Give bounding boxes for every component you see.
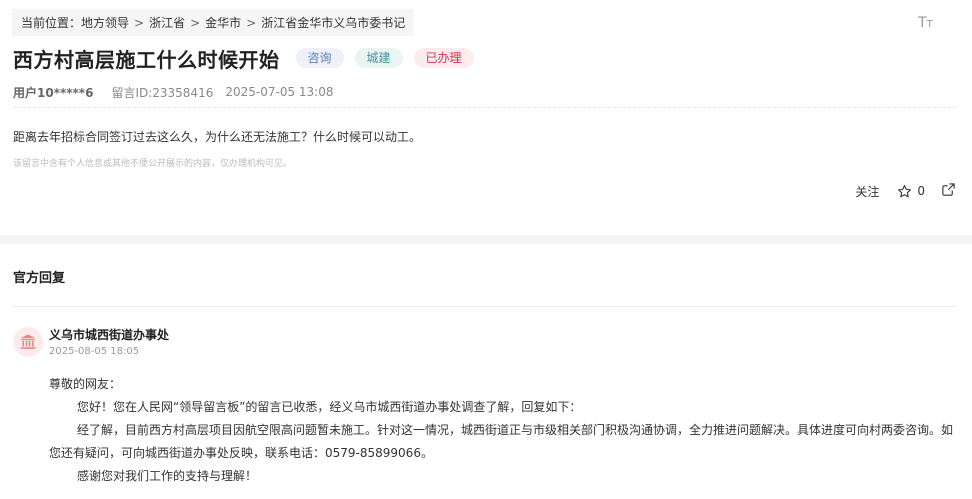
message-meta: 用户10*****6 留言ID:23358416 2025-07-05 13:0… [13, 83, 333, 101]
message-content: 距离去年招标合同签订过去这么久，为什么还无法施工？什么时候可以动工。 [13, 130, 422, 144]
message-title: 西方村高层施工什么时候开始 [13, 47, 280, 72]
breadcrumb-separator: > [190, 15, 201, 30]
tag-urban-construction: 城建 [354, 48, 403, 68]
reply-org-name: 义乌市城西街道办事处 [49, 328, 170, 342]
like-count: 0 [917, 184, 925, 198]
breadcrumb-item-leader[interactable]: 浙江省金华市义乌市委书记 [261, 14, 405, 31]
message-datetime: 2025-07-05 13:08 [225, 85, 334, 99]
reply-paragraph: 您好！您在人民网“领导留言板”的留言已收悉，经义乌市城西街道办事处调查了解，回复… [77, 400, 582, 414]
divider [13, 107, 956, 108]
font-size-small-letter: T [926, 19, 933, 30]
share-button[interactable] [941, 182, 956, 200]
reply-greeting: 尊敬的网友： [49, 377, 122, 391]
reply-date: 2025-08-05 18:05 [49, 346, 140, 357]
message-id: 留言ID:23358416 [111, 85, 214, 100]
breadcrumb-item-local-leaders[interactable]: 地方领导 [81, 14, 129, 31]
section-gap [0, 235, 972, 244]
message-user: 用户10*****6 [13, 85, 94, 100]
message-actions: 关注 0 [855, 181, 956, 201]
official-reply-title: 官方回复 [13, 271, 66, 286]
reply-body: 尊敬的网友： 您好！您在人民网“领导留言板”的留言已收悉，经义乌市城西街道办事处… [49, 373, 961, 488]
message-panel: 当前位置： 地方领导 > 浙江省 > 金华市 > 浙江省金华市义乌市委书记 TT… [0, 0, 972, 235]
breadcrumb-item-province[interactable]: 浙江省 [149, 14, 185, 31]
breadcrumb-prefix: 当前位置： [21, 16, 82, 30]
reply-closing: 感谢您对我们工作的支持与理解！ [77, 469, 258, 483]
status-badge: 已办理 [413, 48, 474, 68]
privacy-notice: 该留言中含有个人信息或其他不便公开展示的内容，仅办理机构可见。 [13, 159, 293, 169]
font-size-icon[interactable]: TT [918, 14, 936, 32]
follow-button[interactable]: 关注 [855, 183, 879, 200]
title-row: 西方村高层施工什么时候开始 咨询 城建 已办理 [13, 44, 474, 72]
font-size-big-letter: T [918, 15, 927, 31]
breadcrumb-separator: > [246, 15, 257, 30]
divider [13, 306, 956, 307]
government-building-icon [20, 334, 36, 349]
breadcrumb: 当前位置： 地方领导 > 浙江省 > 金华市 > 浙江省金华市义乌市委书记 [12, 9, 415, 36]
star-icon [898, 184, 912, 197]
like-button[interactable]: 0 [897, 184, 925, 199]
avatar [13, 327, 43, 357]
share-icon [942, 183, 955, 196]
tag-consult: 咨询 [295, 48, 344, 68]
breadcrumb-separator: > [134, 15, 145, 30]
reply-paragraph: 经了解，目前西方村高层项目因航空限高问题暂未施工。针对这一情况，城西街道正与市级… [49, 423, 954, 460]
breadcrumb-item-city[interactable]: 金华市 [205, 14, 241, 31]
